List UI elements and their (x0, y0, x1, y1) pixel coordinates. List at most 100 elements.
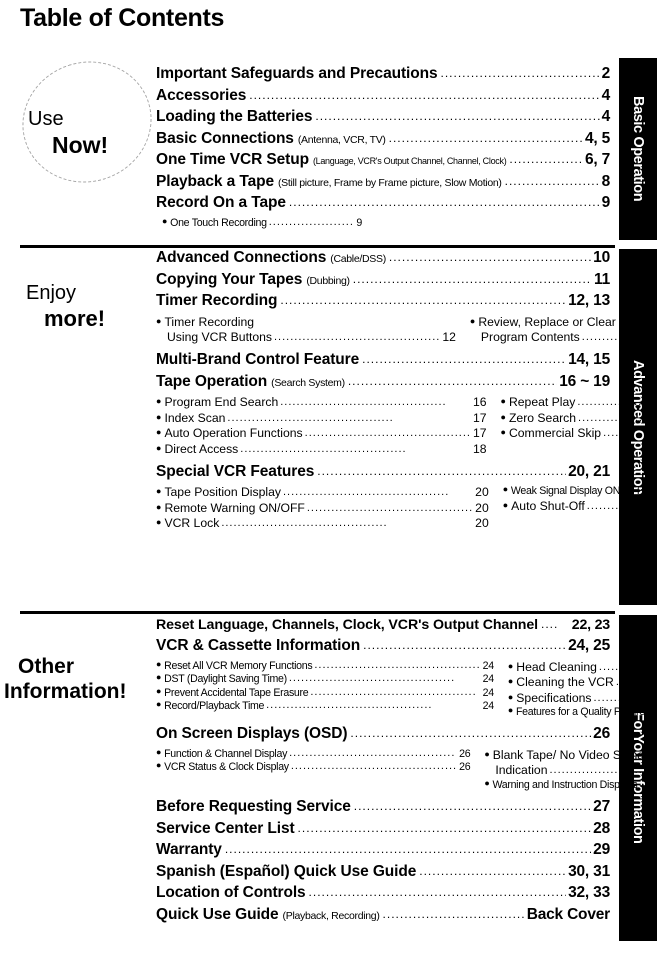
toc-entry-subtitle: (Playback, Recording) (282, 909, 380, 922)
toc-subentry[interactable]: ● Program End Search ...................… (156, 395, 487, 410)
bullet-icon: ● (484, 748, 490, 759)
toc-entry[interactable]: Location of Controls ...................… (156, 885, 610, 901)
dot-leader: ........................................… (603, 427, 657, 440)
toc-subentry[interactable]: ● Tape Position Display ................… (156, 485, 489, 500)
toc-subentry-title: VCR Lock (164, 516, 220, 531)
toc-subentry[interactable]: ● Index Scan ...........................… (156, 411, 487, 426)
toc-subentry[interactable]: ● Blank Tape/ No Video Signal ... (484, 748, 657, 763)
toc-entry[interactable]: On Screen Displays (OSD) ...............… (156, 726, 610, 742)
toc-subentry[interactable]: ● Warning and Instruction Displays .....… (484, 778, 657, 792)
section-callout-line1: Other (18, 655, 75, 678)
toc-subentry[interactable]: ● Function & Channel Display ...........… (156, 747, 471, 761)
toc-entry[interactable]: Service Center List ....................… (156, 821, 610, 837)
bullet-icon: ● (502, 499, 509, 510)
toc-subentry-title: Program End Search (164, 395, 279, 410)
toc-subentry-title: Blank Tape/ No Video Signal (492, 747, 647, 762)
toc-entry-page: 26 (593, 725, 610, 743)
dot-leader: ........................................… (419, 864, 567, 877)
toc-entry[interactable]: Reset Language, Channels, Clock, VCR's O… (156, 618, 610, 632)
toc-subentry-title: Tape Position Display (164, 485, 281, 500)
toc-entry[interactable]: Advanced Connections (Cable/DSS) .......… (156, 250, 610, 266)
toc-entry-title: Quick Use Guide (156, 905, 279, 923)
dot-leader: ........................................… (578, 411, 657, 424)
toc-entry-title: Loading the Batteries (156, 108, 313, 125)
toc-subentry-column: ● Blank Tape/ No Video Signal ... Indica… (484, 748, 657, 792)
toc-entry[interactable]: Record On a Tape .......................… (156, 195, 610, 211)
toc-subentry-title: Record/Playback Time (164, 699, 265, 712)
section-callout-use-now: Use Now! (0, 108, 152, 159)
toc-subentry[interactable]: ● Remote Warning ON/OFF ................… (156, 501, 489, 516)
toc-subentry-title: Head Cleaning (516, 659, 597, 674)
toc-entry[interactable]: Accessories ............................… (156, 87, 610, 104)
toc-subentry[interactable]: ● Prevent Accidental Tape Erasure ......… (156, 686, 494, 700)
toc-entry-page: 6, 7 (584, 151, 610, 168)
dot-leader: ........................................… (586, 499, 657, 512)
toc-subentry[interactable]: ● Specifications .......................… (508, 691, 657, 706)
toc-subentry[interactable]: ● Zero Search ..........................… (501, 411, 657, 426)
section-tab-basic-operation[interactable]: Basic Operation (619, 58, 657, 240)
toc-entry-title: Before Requesting Service (156, 798, 351, 816)
toc-subentry[interactable]: ● Review, Replace or Clear ... (470, 315, 657, 330)
toc-subentry[interactable]: ● Cleaning the VCR .....................… (508, 675, 657, 690)
toc-entry[interactable]: Before Requesting Service ..............… (156, 799, 610, 815)
toc-subentry[interactable]: ● Record/Playback Time .................… (156, 699, 494, 713)
toc-subentry[interactable]: ● Timer Recording ... (156, 315, 456, 330)
toc-entry[interactable]: Quick Use Guide (Playback, Recording) ..… (156, 907, 610, 923)
toc-subentry-continuation[interactable]: Indication .............................… (484, 763, 657, 778)
toc-subentry[interactable]: ● Head Cleaning ........................… (508, 660, 657, 675)
toc-subentry[interactable]: ● Reset All VCR Memory Functions .......… (156, 658, 494, 673)
toc-entry-subtitle: (Antenna, VCR, TV) (297, 133, 386, 146)
toc-entry-page: 2 (601, 65, 611, 82)
toc-entry[interactable]: VCR & Cassette Information .............… (156, 638, 610, 654)
toc-subentry-title: Weak Signal Display ON/OFF (510, 485, 643, 498)
section-callout-enjoy-more: Enjoy more! (0, 282, 152, 332)
toc-subentry[interactable]: ● One Touch Recording ..................… (162, 216, 362, 230)
toc-subentry-page: 24 (482, 673, 494, 686)
toc-entry-page: 24, 25 (568, 637, 610, 655)
toc-entry[interactable]: Important Safeguards and Precautions ...… (156, 66, 610, 82)
toc-entry[interactable]: Multi-Brand Control Feature ............… (156, 352, 610, 368)
toc-entry-page: 22, 23 (571, 617, 610, 633)
dot-leader: ........................................… (221, 517, 388, 530)
toc-entry[interactable]: Copying Your Tapes (Dubbing) ...........… (156, 271, 610, 288)
toc-subentry-title: Cleaning the VCR (516, 675, 614, 690)
dot-leader: ........................................… (304, 427, 471, 440)
toc-entry[interactable]: One Time VCR Setup (Language, VCR's Outp… (156, 152, 610, 168)
toc-subentry[interactable]: ● Auto Shut-Off ........................… (503, 499, 657, 514)
toc-section-for-your-information: Reset Language, Channels, Clock, VCR's O… (156, 618, 657, 928)
dot-leader: .... (540, 618, 559, 630)
toc-subentry-continuation[interactable]: Using VCR Buttons ......................… (156, 330, 456, 345)
toc-subentry-group: ● Reset All VCR Memory Functions .......… (156, 658, 657, 720)
toc-subentry[interactable]: ● Features for a Quality Picture .......… (508, 705, 657, 719)
bullet-icon: ● (500, 396, 506, 407)
toc-entry[interactable]: Loading the Batteries ..................… (156, 109, 610, 125)
toc-subentry-continuation[interactable]: Program Contents .......................… (470, 330, 657, 345)
toc-subentry[interactable]: ● Direct Access ........................… (156, 442, 487, 457)
toc-subentry-title: DST (Daylight Saving Time) (164, 673, 287, 686)
toc-subentry[interactable]: ● Repeat Play ..........................… (501, 395, 657, 410)
toc-entry-page: Back Cover (526, 905, 610, 923)
toc-entry-page: 4 (601, 108, 611, 125)
toc-subentry[interactable]: ● VCR Status & Clock Display ...........… (156, 760, 471, 774)
toc-subentry[interactable]: ● Commercial Skip ......................… (501, 426, 657, 441)
bullet-icon: ● (156, 658, 162, 669)
bullet-icon: ● (507, 676, 514, 687)
toc-entry-page: 27 (593, 798, 610, 816)
bullet-icon: ● (500, 427, 506, 438)
toc-subentry[interactable]: ● DST (Daylight Saving Time) ...........… (156, 672, 494, 686)
dot-leader: ........................................… (362, 353, 566, 366)
toc-entry[interactable]: Timer Recording ........................… (156, 293, 610, 309)
toc-entry[interactable]: Basic Connections (Antenna, VCR, TV) ...… (156, 130, 610, 147)
toc-entry[interactable]: Tape Operation (Search System) .........… (156, 374, 610, 390)
toc-subentry[interactable]: ● Auto Operation Functions .............… (156, 426, 487, 441)
bullet-icon: ● (500, 411, 506, 422)
toc-subentry-group: ● Function & Channel Display ...........… (156, 747, 657, 792)
toc-entry[interactable]: Spanish (Español) Quick Use Guide ......… (156, 864, 610, 880)
toc-entry[interactable]: Special VCR Features ...................… (156, 464, 610, 480)
toc-subentry[interactable]: ● VCR Lock .............................… (156, 516, 489, 531)
toc-entry[interactable]: Playback a Tape (Still picture, Frame by… (156, 173, 610, 190)
toc-entry-page: 29 (593, 841, 610, 859)
toc-subentry[interactable]: ● Weak Signal Display ON/OFF ...........… (503, 484, 657, 498)
toc-entry[interactable]: Warranty ...............................… (156, 842, 610, 858)
toc-subentry-title: Function & Channel Display (164, 747, 288, 760)
